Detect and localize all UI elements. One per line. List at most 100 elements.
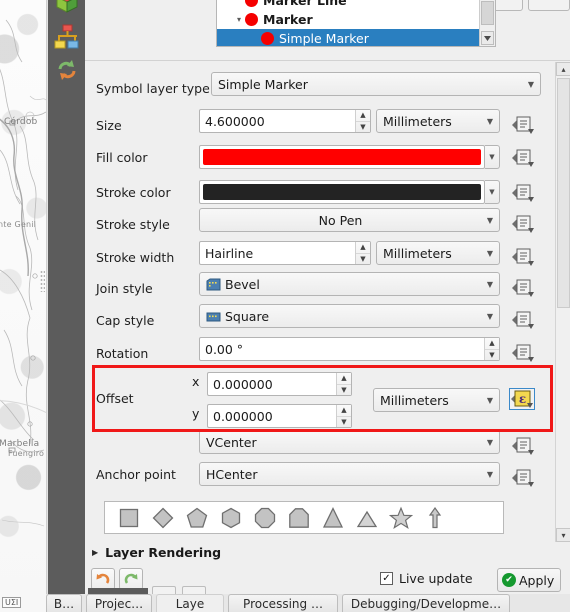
data-defined-override-offset[interactable]: ε xyxy=(509,388,535,410)
toolbar-button-cut[interactable] xyxy=(528,0,570,11)
offset-x-input[interactable]: 0.000000 ▲ ▼ xyxy=(207,372,352,396)
tree-row-label: Simple Marker xyxy=(279,31,369,46)
data-defined-override-anchor-horizontal[interactable] xyxy=(510,467,536,489)
chevron-down-icon[interactable]: ▾ xyxy=(233,15,245,24)
data-defined-override-stroke-color[interactable] xyxy=(510,182,536,204)
live-update-checkmark[interactable]: ✓ xyxy=(380,572,393,585)
data-defined-override-rotation[interactable] xyxy=(510,342,536,364)
data-defined-override-cap-style[interactable] xyxy=(510,309,536,331)
tab-debugging-development[interactable]: Debugging/Developme… xyxy=(342,594,510,612)
size-stepper[interactable]: ▲ ▼ xyxy=(355,110,370,132)
tree-row-simple-marker[interactable]: Simple Marker xyxy=(217,29,495,46)
offset-unit-combo[interactable]: Millimeters ▼ xyxy=(373,388,500,412)
equilateral-triangle-shape[interactable] xyxy=(350,504,384,532)
tree-row[interactable]: Marker Line xyxy=(217,0,495,10)
square-shape[interactable] xyxy=(112,504,146,532)
size-unit-combo[interactable]: Millimeters ▼ xyxy=(376,109,500,133)
rotation-label: Rotation xyxy=(96,345,149,361)
fill-color-label: Fill color xyxy=(96,149,148,165)
fill-color-button[interactable] xyxy=(199,145,485,169)
row-stroke-width: Stroke width Hairline ▲ ▼ Millimeters ▼ xyxy=(85,241,570,273)
data-defined-override-size[interactable] xyxy=(510,114,536,136)
symbol-layer-tree[interactable]: Marker Line ▾ Marker Simple Marker xyxy=(216,0,496,47)
tree-row-label: Marker Line xyxy=(263,0,347,8)
marker-shape-palette[interactable] xyxy=(104,501,504,534)
data-defined-override-stroke-style[interactable] xyxy=(510,213,536,235)
hexagon-shape[interactable] xyxy=(214,504,248,532)
triangle-shape[interactable] xyxy=(316,504,350,532)
layer-rendering-section[interactable]: ▶ Layer Rendering xyxy=(92,543,221,561)
map-circle-overlay xyxy=(0,400,46,612)
star-shape[interactable] xyxy=(384,504,418,532)
apply-button[interactable]: ✔ Apply xyxy=(497,568,562,592)
stroke-style-value: No Pen xyxy=(318,212,363,228)
map-canvas[interactable]: Córdob nte Genil Marbella Fuengiro UΣI xyxy=(0,0,46,612)
size-input[interactable]: 4.600000 ▲ ▼ xyxy=(199,109,371,133)
bevel-join-icon xyxy=(206,278,221,291)
row-stroke-color: Stroke color ▼ xyxy=(85,176,570,208)
data-defined-override-stroke-width[interactable] xyxy=(510,246,536,268)
anchor-point-vertical-combo[interactable]: VCenter ▼ xyxy=(199,430,500,454)
scroll-up-button[interactable]: ▴ xyxy=(556,62,570,76)
octagon-shape[interactable] xyxy=(248,504,282,532)
anchor-point-horizontal-combo[interactable]: HCenter ▼ xyxy=(199,462,500,486)
row-offset: Offset x 0.000000 ▲ ▼ y 0.000000 ▲ ▼ Milli… xyxy=(85,366,570,430)
stroke-width-input[interactable]: Hairline ▲ ▼ xyxy=(199,241,371,265)
offset-unit-value: Millimeters xyxy=(380,392,449,408)
stroke-color-button[interactable] xyxy=(199,180,485,204)
cap-style-combo[interactable]: Square ▼ xyxy=(199,304,500,328)
chevron-down-icon: ▼ xyxy=(486,437,494,447)
offset-label: Offset xyxy=(96,390,134,406)
stroke-width-stepper[interactable]: ▲ ▼ xyxy=(355,242,370,264)
anchor-point-horizontal-value: HCenter xyxy=(206,466,258,482)
panel-tab-bar: B… Projec… Laye Processing … Debugging/D… xyxy=(46,594,570,612)
chevron-right-icon: ▶ xyxy=(92,547,99,557)
3d-view-icon[interactable] xyxy=(52,0,82,18)
tree-scroll-down-button[interactable] xyxy=(481,31,494,45)
rotation-stepper[interactable]: ▲ ▼ xyxy=(484,338,499,360)
offset-x-stepper[interactable]: ▲ ▼ xyxy=(336,373,351,395)
tree-scrollbar[interactable] xyxy=(479,0,495,46)
row-cap-style: Cap style Square ▼ xyxy=(85,304,570,336)
diamond-shape[interactable] xyxy=(146,504,180,532)
join-style-combo[interactable]: Bevel ▼ xyxy=(199,272,500,296)
undo-redo-history-icon[interactable] xyxy=(52,54,82,84)
stroke-color-dropdown[interactable]: ▼ xyxy=(485,180,500,204)
panel-scrollbar-thumb[interactable] xyxy=(557,78,570,308)
stroke-color-swatch xyxy=(203,184,481,200)
tab-project[interactable]: Projec… xyxy=(86,594,152,612)
pentagon-shape[interactable] xyxy=(180,504,214,532)
data-defined-override-anchor-vertical[interactable] xyxy=(510,435,536,457)
rotation-input[interactable]: 0.00 ° ▲ ▼ xyxy=(199,337,500,361)
symbol-layer-type-combo[interactable]: Simple Marker ▼ xyxy=(211,72,541,96)
qgis-symbol-layer-properties-window: Córdob nte Genil Marbella Fuengiro UΣI M… xyxy=(0,0,570,612)
data-defined-override-join-style[interactable] xyxy=(510,277,536,299)
scroll-down-button[interactable]: ▾ xyxy=(556,528,570,542)
stroke-width-unit-combo[interactable]: Millimeters ▼ xyxy=(376,241,500,265)
data-defined-override-fill-color[interactable] xyxy=(510,147,536,169)
panel-splitter-handle[interactable] xyxy=(40,270,45,292)
row-stroke-style: Stroke style No Pen ▼ xyxy=(85,208,570,240)
row-join-style: Join style Bevel ▼ xyxy=(85,272,570,304)
fill-color-dropdown[interactable]: ▼ xyxy=(485,145,500,169)
cap-style-label: Cap style xyxy=(96,312,155,328)
layout-manager-icon[interactable] xyxy=(52,22,82,52)
offset-y-input[interactable]: 0.000000 ▲ ▼ xyxy=(207,404,352,428)
live-update-checkbox[interactable]: ✓ Live update xyxy=(380,571,473,586)
offset-y-stepper[interactable]: ▲ ▼ xyxy=(336,405,351,427)
tree-row[interactable]: ▾ Marker xyxy=(217,10,495,29)
tab-browser[interactable]: B… xyxy=(46,594,82,612)
tree-scrollbar-thumb[interactable] xyxy=(481,1,494,25)
tab-processing[interactable]: Processing … xyxy=(228,594,338,612)
panel-scrollbar[interactable]: ▴ ▾ xyxy=(555,62,570,542)
arrow-shape[interactable] xyxy=(418,504,452,532)
rotation-value: 0.00 ° xyxy=(205,341,244,357)
section-divider xyxy=(85,60,570,61)
map-label: Fuengiro xyxy=(8,449,45,458)
tab-layer[interactable]: Laye xyxy=(156,594,224,612)
map-label: Córdob xyxy=(4,117,38,127)
undo-button[interactable] xyxy=(91,568,115,590)
redo-button[interactable] xyxy=(119,568,143,590)
rounded-square-shape[interactable] xyxy=(282,504,316,532)
stroke-style-combo[interactable]: No Pen ▼ xyxy=(199,208,500,232)
